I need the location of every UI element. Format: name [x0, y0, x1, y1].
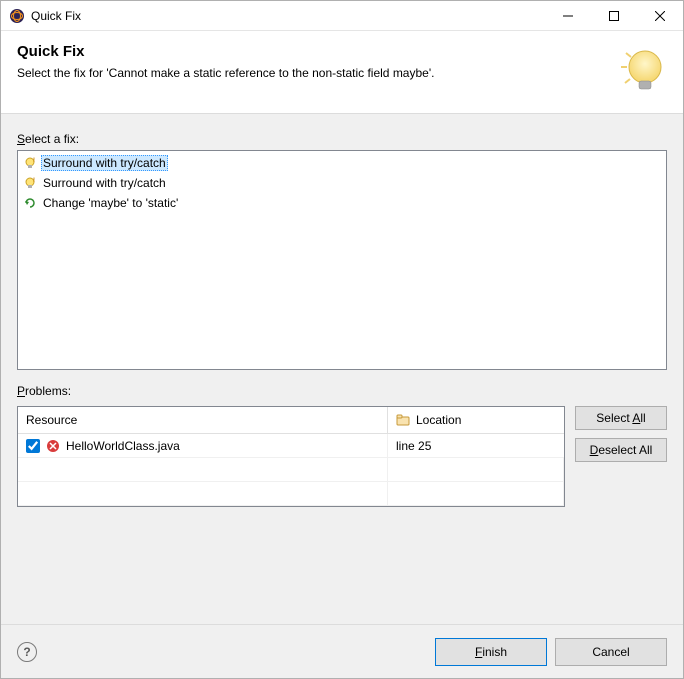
problems-row: Resource Location — [17, 406, 667, 507]
help-button[interactable]: ? — [17, 642, 37, 662]
problems-label: Problems: — [17, 384, 667, 398]
dialog-footer: ? Finish Cancel — [1, 624, 683, 678]
close-icon — [655, 11, 665, 21]
window-title: Quick Fix — [31, 9, 545, 23]
help-icon: ? — [23, 645, 30, 659]
table-side-buttons: Select All Deselect All — [575, 406, 667, 462]
titlebar: Quick Fix — [1, 1, 683, 31]
column-header-resource[interactable]: Resource — [18, 407, 388, 433]
maximize-icon — [609, 11, 619, 21]
cell-resource: HelloWorldClass.java — [18, 434, 388, 457]
select-fix-label: Select a fix: — [17, 132, 667, 146]
lightbulb-icon: ! — [23, 176, 37, 190]
location-icon — [396, 414, 410, 426]
change-icon — [23, 196, 37, 210]
finish-button[interactable]: Finish — [435, 638, 547, 666]
cancel-button[interactable]: Cancel — [555, 638, 667, 666]
maximize-button[interactable] — [591, 1, 637, 30]
minimize-icon — [563, 11, 573, 21]
eclipse-icon — [9, 8, 25, 24]
dialog-body: Select a fix: ! Surround with try/catch … — [1, 114, 683, 624]
minimize-button[interactable] — [545, 1, 591, 30]
header-title: Quick Fix — [17, 43, 603, 60]
fix-list[interactable]: ! Surround with try/catch ! Surround wit… — [17, 150, 667, 370]
cell-location: line 25 — [388, 439, 564, 453]
fix-item[interactable]: ! Surround with try/catch — [20, 153, 664, 173]
dialog-window: Quick Fix Quick Fix Select the fix for '… — [0, 0, 684, 679]
lightbulb-icon: ! — [23, 156, 37, 170]
table-row-empty — [18, 458, 564, 482]
svg-text:!: ! — [33, 178, 35, 184]
table-row[interactable]: HelloWorldClass.java line 25 — [18, 434, 564, 458]
fix-item-label: Surround with try/catch — [41, 176, 168, 190]
table-header: Resource Location — [18, 407, 564, 434]
fix-item-label: Change 'maybe' to 'static' — [41, 196, 180, 210]
dialog-header: Quick Fix Select the fix for 'Cannot mak… — [1, 31, 683, 114]
table-row-empty — [18, 482, 564, 506]
fix-item[interactable]: Change 'maybe' to 'static' — [20, 193, 664, 213]
svg-text:!: ! — [33, 158, 35, 164]
resource-name: HelloWorldClass.java — [66, 439, 180, 453]
fix-item[interactable]: ! Surround with try/catch — [20, 173, 664, 193]
error-icon — [46, 439, 60, 453]
row-checkbox[interactable] — [26, 439, 40, 453]
problems-table: Resource Location — [17, 406, 565, 507]
header-text: Quick Fix Select the fix for 'Cannot mak… — [17, 43, 603, 80]
column-header-location[interactable]: Location — [388, 407, 564, 433]
close-button[interactable] — [637, 1, 683, 30]
select-all-button[interactable]: Select All — [575, 406, 667, 430]
header-subtitle: Select the fix for 'Cannot make a static… — [17, 66, 603, 80]
fix-item-label: Surround with try/catch — [41, 155, 168, 171]
lightbulb-banner-icon — [611, 43, 667, 99]
deselect-all-button[interactable]: Deselect All — [575, 438, 667, 462]
window-controls — [545, 1, 683, 30]
